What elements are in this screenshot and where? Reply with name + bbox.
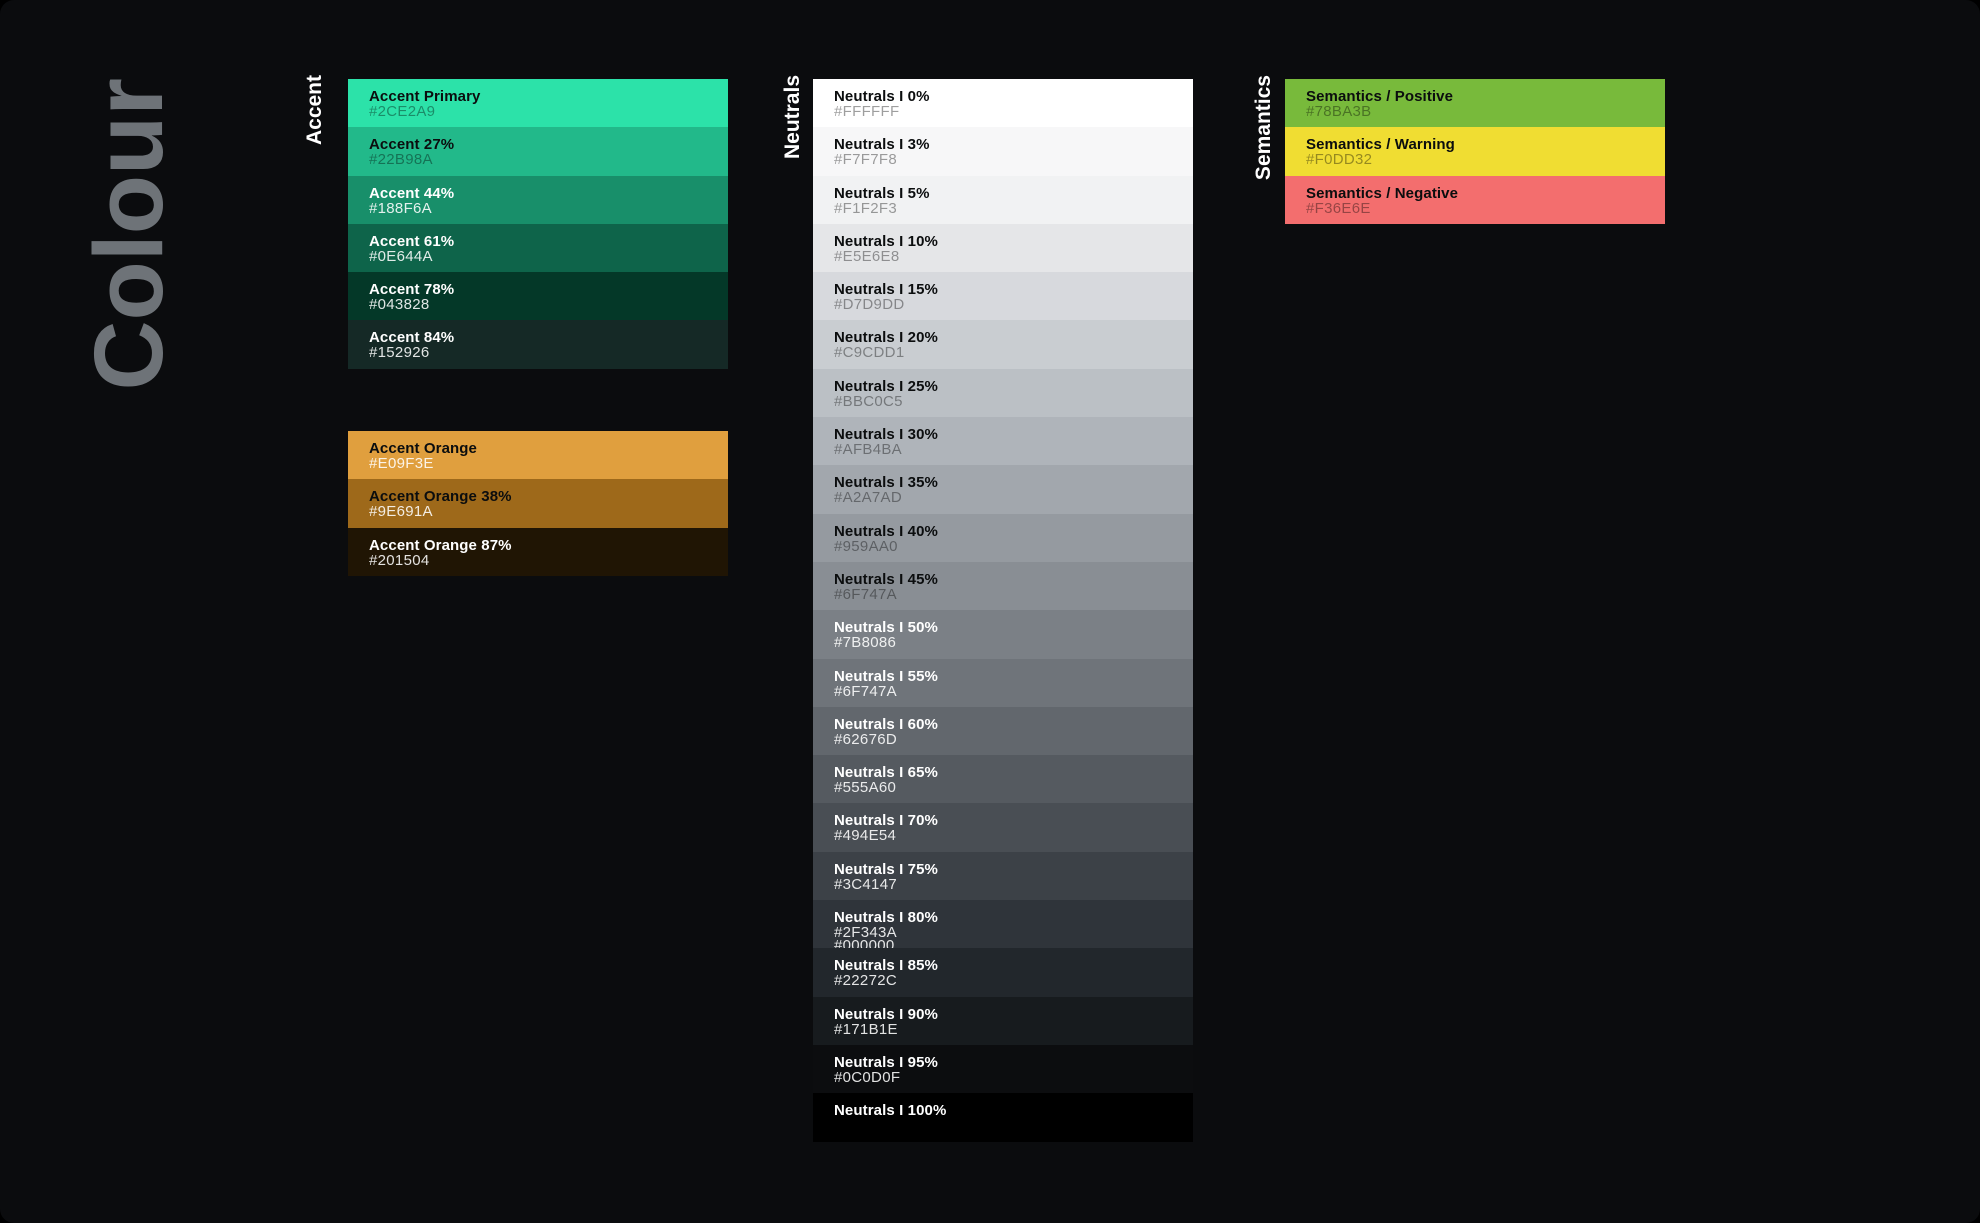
swatch-hex: #62676D [834,734,897,747]
swatch-hex: #152926 [369,347,430,360]
swatch-neutrals-i-15: Neutrals I 15%#D7D9DD [813,272,1193,320]
swatch-hex: #FFFFFF [834,106,899,119]
swatch-hex: #7B8086 [834,637,896,650]
swatch-hex: #E09F3E [369,458,434,471]
swatch-accent-orange-38: Accent Orange 38%#9E691A [348,479,728,527]
swatch-hex: #0C0D0F [834,1072,900,1085]
swatch-hex: #3C4147 [834,879,897,892]
swatch-neutrals-i-90: Neutrals I 90%#171B1E [813,997,1193,1045]
swatch-neutrals-i-80: Neutrals I 80%#2F343A#000000 [813,900,1193,948]
page-title: Colour [84,78,173,391]
swatch-neutrals-i-75: Neutrals I 75%#3C4147 [813,852,1193,900]
swatch-accent-orange: Accent Orange#E09F3E [348,431,728,479]
swatch-neutrals-i-0: Neutrals I 0%#FFFFFF [813,79,1193,127]
swatch-semantics-negative: Semantics / Negative#F36E6E [1285,176,1665,224]
swatch-hex: #E5E6E8 [834,251,899,264]
swatch-hex: #F1F2F3 [834,203,897,216]
swatch-hex: #F36E6E [1306,203,1371,216]
swatch-hex: #494E54 [834,830,896,843]
swatch-accent-78: Accent 78%#043828 [348,272,728,320]
swatch-hex: #6F747A [834,589,897,602]
swatch-hex: #201504 [369,555,430,568]
swatch-neutrals-i-30: Neutrals I 30%#AFB4BA [813,417,1193,465]
accent-block-2: Accent Orange#E09F3EAccent Orange 38%#9E… [348,431,728,576]
swatch-neutrals-i-85: Neutrals I 85%#22272C [813,948,1193,996]
swatch-name: Neutrals I 100% [834,1102,946,1119]
swatch-hex: #D7D9DD [834,299,904,312]
swatch-hex: #F0DD32 [1306,154,1372,167]
swatch-hex: #78BA3B [1306,106,1371,119]
swatch-neutrals-i-55: Neutrals I 55%#6F747A [813,659,1193,707]
swatch-hex: #22B98A [369,154,433,167]
section-label-semantics: Semantics [1252,75,1276,180]
swatch-hex: #A2A7AD [834,492,902,505]
swatch-neutrals-i-50: Neutrals I 50%#7B8086 [813,610,1193,658]
swatch-accent-44: Accent 44%#188F6A [348,176,728,224]
swatch-hex: #22272C [834,975,897,988]
swatch-neutrals-i-40: Neutrals I 40%#959AA0 [813,514,1193,562]
swatch-hex: #171B1E [834,1024,898,1037]
swatch-hex: #BBC0C5 [834,396,903,409]
swatch-neutrals-i-5: Neutrals I 5%#F1F2F3 [813,176,1193,224]
swatch-semantics-warning: Semantics / Warning#F0DD32 [1285,127,1665,175]
accent-block-1: Accent Primary#2CE2A9Accent 27%#22B98AAc… [348,79,728,369]
swatch-accent-orange-87: Accent Orange 87%#201504 [348,528,728,576]
swatch-hex: #C9CDD1 [834,347,904,360]
semantics-block-1: Semantics / Positive#78BA3BSemantics / W… [1285,79,1665,224]
swatch-neutrals-i-65: Neutrals I 65%#555A60 [813,755,1193,803]
swatch-hex: #043828 [369,299,430,312]
swatch-hex: #0E644A [369,251,433,264]
colour-style-guide-page: Colour AccentAccent Primary#2CE2A9Accent… [0,0,1980,1223]
swatch-accent-61: Accent 61%#0E644A [348,224,728,272]
swatch-neutrals-i-45: Neutrals I 45%#6F747A [813,562,1193,610]
swatch-neutrals-i-60: Neutrals I 60%#62676D [813,707,1193,755]
swatch-hex: #6F747A [834,686,897,699]
neutrals-block-1: Neutrals I 0%#FFFFFFNeutrals I 3%#F7F7F8… [813,79,1193,1142]
swatch-neutrals-i-70: Neutrals I 70%#494E54 [813,803,1193,851]
swatch-hex: #959AA0 [834,541,898,554]
swatch-hex: #9E691A [369,506,433,519]
swatch-hex: #188F6A [369,203,432,216]
swatch-neutrals-i-10: Neutrals I 10%#E5E6E8 [813,224,1193,272]
swatch-hex: #F7F7F8 [834,154,897,167]
swatch-neutrals-i-35: Neutrals I 35%#A2A7AD [813,465,1193,513]
swatch-name: Neutrals I 55% [834,668,938,685]
swatch-hex: #555A60 [834,782,896,795]
swatch-neutrals-i-25: Neutrals I 25%#BBC0C5 [813,369,1193,417]
section-label-accent: Accent [303,75,327,145]
swatch-semantics-positive: Semantics / Positive#78BA3B [1285,79,1665,127]
section-label-neutrals: Neutrals [781,75,805,159]
swatch-accent-27: Accent 27%#22B98A [348,127,728,175]
swatch-neutrals-i-20: Neutrals I 20%#C9CDD1 [813,320,1193,368]
swatch-hex: #AFB4BA [834,444,902,457]
swatch-accent-primary: Accent Primary#2CE2A9 [348,79,728,127]
swatch-accent-84: Accent 84%#152926 [348,320,728,368]
swatch-hex: #2CE2A9 [369,106,435,119]
swatch-neutrals-i-3: Neutrals I 3%#F7F7F8 [813,127,1193,175]
swatch-neutrals-i-95: Neutrals I 95%#0C0D0F [813,1045,1193,1093]
swatch-neutrals-i-100: Neutrals I 100% [813,1093,1193,1141]
